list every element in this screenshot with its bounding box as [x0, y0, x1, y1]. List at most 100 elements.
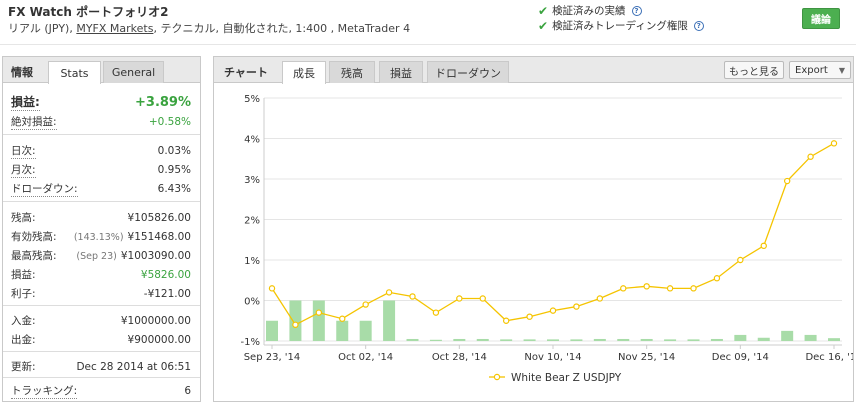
tab-drawdown[interactable]: ドローダウン	[427, 61, 509, 83]
chart-tabs: チャート 成長 残高 損益 ドローダウン もっと見る Export ▼	[214, 57, 853, 84]
drawdown-row: ドローダウン: 6.43%	[11, 181, 191, 197]
bar	[312, 300, 325, 341]
deposits-label: 入金:	[11, 315, 36, 327]
bar	[734, 334, 747, 341]
equity-percent: (143.13%)	[73, 231, 124, 243]
bar	[336, 320, 349, 341]
monthly-row: 月次: 0.95%	[11, 162, 191, 178]
bar	[476, 338, 489, 341]
check-icon: ✔	[538, 18, 549, 33]
interest-value: -¥121.00	[143, 287, 191, 300]
bar	[781, 330, 794, 341]
data-point	[549, 307, 557, 314]
info-tabs: 情報 Stats General	[3, 57, 200, 84]
bar	[289, 300, 302, 341]
divider	[3, 201, 200, 202]
x-tick-label: Oct 28, '14	[432, 352, 487, 363]
data-point	[315, 309, 323, 316]
updated-row: 更新: Dec 28 2014 at 06:51	[11, 359, 191, 374]
chevron-down-icon: ▼	[838, 65, 845, 75]
divider	[3, 377, 200, 378]
y-tick-label: -1%	[241, 337, 260, 348]
daily-row: 日次: 0.03%	[11, 143, 191, 159]
more-button[interactable]: もっと見る	[724, 61, 784, 79]
legend-label: White Bear Z USDJPY	[511, 372, 622, 384]
verified-trading-privileges: ✔ 検証済みトレーディング権限 ?	[538, 18, 704, 33]
help-icon[interactable]: ?	[631, 5, 642, 16]
data-point	[292, 321, 299, 328]
data-point	[783, 177, 791, 185]
bar	[547, 339, 559, 341]
abs-gain-value: +0.58%	[148, 116, 191, 128]
updated-value: Dec 28 2014 at 06:51	[76, 360, 191, 373]
broker-link[interactable]: MYFX Markets	[76, 22, 153, 35]
y-tick-label: 0%	[244, 297, 260, 308]
bar	[757, 337, 770, 341]
data-point	[339, 315, 346, 322]
tab-growth[interactable]: 成長	[282, 61, 326, 84]
tab-balance[interactable]: 残高	[329, 61, 375, 83]
account-details: , テクニカル, 自動化された, 1:400 , MetaTrader 4	[153, 22, 411, 35]
highest-balance-date: (Sep 23)	[76, 250, 117, 262]
deposits-value: ¥1000000.00	[120, 314, 191, 327]
y-tick-label: 5%	[244, 94, 260, 105]
bar	[383, 300, 396, 341]
x-tick-label: Oct 02, '14	[338, 352, 393, 363]
bar	[804, 334, 817, 341]
bar	[500, 339, 513, 341]
info-panel: 情報 Stats General 損益: +3.89% 絶対損益: +0.58%…	[2, 56, 201, 402]
highest-balance-row: 最高残高: (Sep 23) ¥1003090.00	[11, 248, 191, 263]
divider	[3, 351, 200, 352]
y-tick-label: 2%	[244, 216, 260, 227]
tracking-row: トラッキング: 6	[11, 383, 191, 399]
profit-label: 損益:	[11, 269, 36, 281]
balance-value: ¥105826.00	[127, 211, 191, 224]
verified-trading-privileges-label: 検証済みトレーディング権限	[552, 20, 688, 32]
y-tick-label: 3%	[244, 175, 260, 186]
divider	[3, 134, 200, 135]
gain-label: 損益:	[11, 95, 40, 111]
help-icon[interactable]: ?	[693, 20, 704, 31]
updated-label: 更新:	[11, 361, 36, 373]
y-tick-label: 4%	[244, 135, 260, 146]
verified-track-record: ✔ 検証済みの実績 ?	[538, 3, 642, 18]
tracking-label[interactable]: トラッキング:	[11, 383, 78, 399]
bar	[266, 320, 278, 341]
export-dropdown[interactable]: Export ▼	[789, 61, 851, 79]
tab-general[interactable]: General	[103, 61, 164, 83]
data-point	[690, 285, 697, 292]
x-tick-label: Sep 23, '14	[244, 352, 301, 363]
withdrawals-label: 出金:	[11, 334, 36, 346]
data-point	[643, 283, 650, 290]
page-title: FX Watch ポートフォリオ2	[8, 5, 169, 19]
data-point	[573, 303, 580, 310]
withdrawals-value: ¥900000.00	[127, 333, 191, 346]
growth-chart: 5% 4% 3% 2% 1% 0% -1% Sep 23, '14 Oct 02, '14 Oct…	[241, 94, 856, 384]
data-point	[432, 309, 440, 316]
discuss-button[interactable]: 議論	[802, 8, 840, 29]
drawdown-value: 6.43%	[157, 183, 191, 195]
data-point	[713, 275, 721, 282]
bar	[523, 339, 536, 341]
gain-row: 損益: +3.89%	[11, 93, 191, 111]
data-point	[620, 285, 627, 292]
data-point	[526, 313, 533, 320]
daily-label: 日次:	[11, 145, 36, 159]
abs-gain-row: 絶対損益: +0.58%	[11, 114, 191, 130]
tab-stats[interactable]: Stats	[48, 61, 101, 84]
chart-panel: チャート 成長 残高 損益 ドローダウン もっと見る Export ▼ 5% 4%…	[213, 56, 856, 402]
export-label: Export	[795, 64, 828, 76]
interest-row: 利子: -¥121.00	[11, 286, 191, 301]
monthly-value: 0.95%	[157, 164, 191, 176]
tracking-value: 6	[184, 385, 191, 397]
data-point	[479, 295, 486, 302]
bar	[570, 339, 583, 341]
interest-label: 利子:	[11, 288, 36, 300]
bar	[429, 339, 442, 341]
tab-profit[interactable]: 損益	[379, 61, 423, 83]
data-point	[385, 289, 393, 296]
check-icon: ✔	[538, 3, 549, 18]
bar	[453, 338, 466, 341]
highest-balance-value: ¥1003090.00	[120, 249, 191, 262]
data-point	[409, 293, 416, 300]
